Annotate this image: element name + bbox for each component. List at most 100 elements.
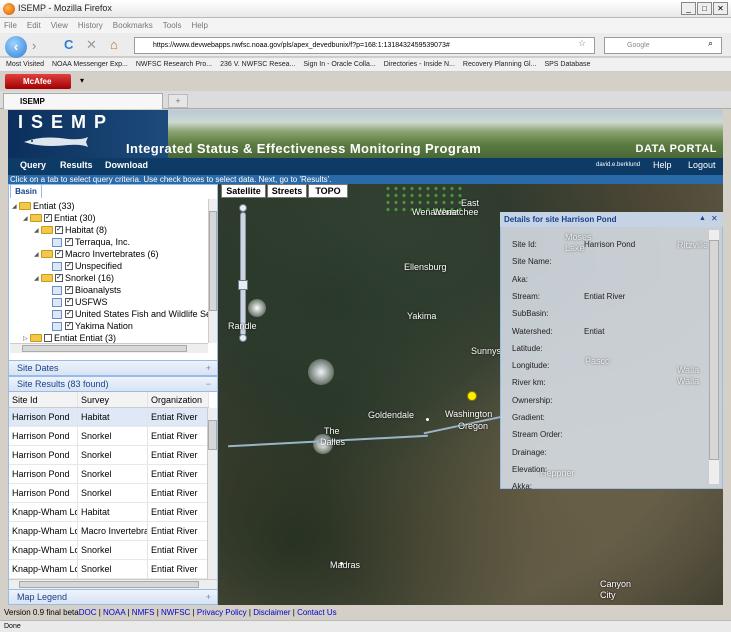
site-marker-harrison-pond[interactable] (467, 391, 477, 401)
menu-bookmarks[interactable]: Bookmarks (113, 18, 153, 33)
tree-checkbox[interactable]: ✓ (55, 274, 63, 282)
map-tab-streets[interactable]: Streets (267, 184, 307, 198)
table-row[interactable]: Harrison Pond Snorkel Entiat River (9, 446, 209, 465)
tree-node[interactable]: ▷ Entiat Entiat (3) (23, 333, 116, 343)
nav-help[interactable]: Help (653, 160, 672, 170)
link-doc[interactable]: DOC (79, 608, 97, 617)
site-dates-header[interactable]: Site Dates + (9, 360, 217, 376)
expand-arrow-icon[interactable]: ◢ (34, 227, 41, 234)
bookmark-3[interactable]: 236 V. NWFSC Resea... (220, 58, 295, 71)
expand-icon[interactable]: + (206, 361, 211, 376)
tree-checkbox[interactable]: ✓ (65, 298, 73, 306)
details-scroll-thumb[interactable] (709, 240, 719, 460)
tree-horizontal-scrollbar[interactable] (10, 343, 208, 353)
expand-arrow-icon[interactable]: ◢ (12, 203, 19, 210)
zoom-slider[interactable] (240, 212, 246, 336)
site-results-header[interactable]: Site Results (83 found) − (9, 376, 217, 392)
reload-icon[interactable]: C (64, 36, 73, 54)
expand-arrow-icon[interactable]: ◢ (34, 251, 41, 258)
bookmark-5[interactable]: Directories - Inside N... (384, 58, 455, 71)
link-nwfsc[interactable]: NWFSC (161, 608, 190, 617)
tab-basin[interactable]: Basin (10, 184, 42, 198)
tree-checkbox[interactable]: ✓ (55, 250, 63, 258)
menu-view[interactable]: View (51, 18, 68, 33)
tree-hscroll-thumb[interactable] (22, 345, 187, 352)
collapse-icon[interactable]: − (206, 377, 211, 392)
details-scrollbar[interactable] (708, 230, 719, 484)
tree-checkbox[interactable]: ✓ (65, 238, 73, 246)
map-tab-topo[interactable]: TOPO (308, 184, 348, 198)
map-legend-header[interactable]: Map Legend + (9, 589, 217, 605)
search-input[interactable]: Google (604, 37, 722, 54)
nav-query[interactable]: Query (20, 160, 46, 170)
link-noaa[interactable]: NOAA (103, 608, 125, 617)
close-button[interactable]: ✕ (713, 2, 728, 15)
nav-logout[interactable]: Logout (688, 160, 716, 170)
tree-checkbox[interactable]: ✓ (65, 286, 73, 294)
col-site-id[interactable]: Site Id (9, 392, 78, 407)
grid-scrollbar[interactable] (207, 408, 217, 580)
new-tab-button[interactable]: + (168, 94, 188, 108)
bookmark-4[interactable]: Sign In - Oracle Colla... (303, 58, 375, 71)
menu-edit[interactable]: Edit (27, 18, 41, 33)
tree-checkbox[interactable]: ✓ (65, 310, 73, 318)
tree-node[interactable]: ◢ ✓ Snorkel (16) (34, 273, 114, 283)
tree-checkbox[interactable]: ✓ (55, 226, 63, 234)
table-row[interactable]: Harrison Pond Snorkel Entiat River (9, 465, 209, 484)
tree-node[interactable]: ✓ Unspecified (45, 261, 122, 271)
menu-tools[interactable]: Tools (163, 18, 182, 33)
nav-results[interactable]: Results (60, 160, 93, 170)
expand-arrow-icon[interactable]: ◢ (23, 215, 30, 222)
mcafee-addon-button[interactable]: McAfee (5, 74, 71, 89)
tree-checkbox[interactable] (44, 334, 52, 342)
tree-node[interactable]: ✓ Yakima Nation (45, 321, 133, 331)
expand-arrow-icon[interactable]: ◢ (34, 275, 41, 282)
table-row[interactable]: Harrison Pond Snorkel Entiat River (9, 427, 209, 446)
bookmark-6[interactable]: Recovery Planning Gl... (463, 58, 537, 71)
back-button[interactable]: ‹ (5, 36, 27, 58)
maximize-button[interactable]: □ (697, 2, 712, 15)
browser-tab-isemp[interactable]: ISEMP (3, 93, 163, 109)
home-icon[interactable]: ⌂ (110, 36, 118, 54)
table-row[interactable]: Knapp-Wham LowMacro InvertebratesEntiat … (9, 522, 209, 541)
expand-arrow-icon[interactable]: ▷ (23, 335, 30, 342)
link-contact[interactable]: Contact Us (297, 608, 337, 617)
bookmark-star-icon[interactable]: ☆ (578, 38, 586, 49)
link-disclaimer[interactable]: Disclaimer (253, 608, 290, 617)
bookmark-7[interactable]: SPS Database (544, 58, 590, 71)
nav-download[interactable]: Download (105, 160, 148, 170)
col-survey[interactable]: Survey (78, 392, 148, 407)
tree-node[interactable]: ✓ Terraqua, Inc. (45, 237, 130, 247)
site-markers-cluster[interactable] (384, 185, 464, 215)
tree-node[interactable]: ◢ ✓ Habitat (8) (34, 225, 107, 235)
bookmark-2[interactable]: NWFSC Research Pro... (136, 58, 212, 71)
table-row[interactable]: Knapp-Wham LowSnorkelEntiat River (9, 541, 209, 560)
bookmark-1[interactable]: NOAA Messenger Exp... (52, 58, 128, 71)
expand-icon[interactable]: + (206, 590, 211, 605)
tree-checkbox[interactable]: ✓ (65, 262, 73, 270)
link-privacy[interactable]: Privacy Policy (197, 608, 247, 617)
menu-file[interactable]: File (4, 18, 17, 33)
menu-help[interactable]: Help (191, 18, 207, 33)
url-bar[interactable]: https://www.devwebapps.nwfsc.noaa.gov/pl… (134, 37, 595, 54)
zoom-in-button[interactable] (239, 204, 247, 212)
map-tab-satellite[interactable]: Satellite (221, 184, 266, 198)
tree-scroll-thumb[interactable] (209, 211, 217, 311)
zoom-out-button[interactable] (239, 334, 247, 342)
tree-node[interactable]: ◢ ✓ Entiat (30) (23, 213, 96, 223)
tree-node[interactable]: ✓ USFWS (45, 297, 108, 307)
grid-scroll-thumb[interactable] (208, 420, 217, 450)
table-row[interactable]: Harrison Pond Habitat Entiat River (9, 408, 209, 427)
col-organization[interactable]: Organization (148, 392, 209, 407)
table-row[interactable]: Knapp-Wham LowSnorkelEntiat River (9, 560, 209, 579)
tree-node[interactable]: ◢ Entiat (33) (12, 201, 75, 211)
minimize-button[interactable]: _ (681, 2, 696, 15)
grid-horizontal-scrollbar[interactable] (9, 579, 217, 589)
tree-checkbox[interactable]: ✓ (65, 322, 73, 330)
chevron-down-icon[interactable]: ▾ (80, 76, 84, 85)
minimize-window-icon[interactable]: ▲ (699, 215, 706, 222)
tree-scrollbar[interactable] (208, 199, 217, 343)
tree-node[interactable]: ✓ United States Fish and Wildlife Servi (45, 309, 208, 319)
forward-icon[interactable]: › (32, 37, 36, 55)
tree-node[interactable]: ✓ Bioanalysts (45, 285, 121, 295)
